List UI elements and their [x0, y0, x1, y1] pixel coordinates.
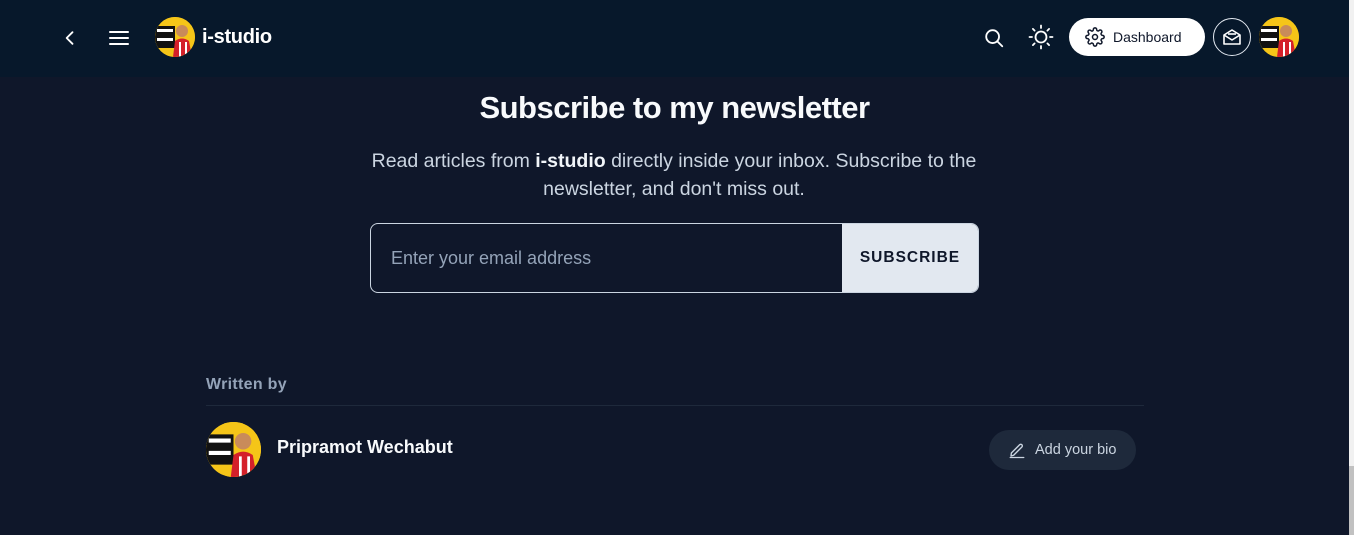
scrollbar-track[interactable] [1349, 0, 1354, 535]
theme-toggle-button[interactable] [1026, 22, 1056, 52]
dashboard-button[interactable]: Dashboard [1069, 18, 1205, 56]
author-avatar[interactable] [206, 422, 261, 477]
newsletter-brand-name: i-studio [535, 150, 606, 172]
add-bio-label: Add your bio [1035, 442, 1117, 458]
scrollbar-thumb[interactable] [1349, 466, 1354, 535]
sun-icon [1028, 24, 1054, 50]
avatar [1259, 17, 1299, 57]
newsletter-description: Read articles from i-studio directly ins… [371, 150, 977, 200]
add-bio-button[interactable]: Add your bio [989, 430, 1136, 470]
chevron-left-icon [65, 31, 74, 45]
menu-button[interactable] [104, 24, 134, 52]
author-name[interactable]: Pripramot Wechabut [277, 437, 453, 458]
search-button[interactable] [979, 23, 1009, 53]
profile-avatar-button[interactable] [1259, 17, 1299, 57]
divider [206, 405, 1144, 406]
pencil-icon [1009, 443, 1025, 459]
back-button[interactable] [56, 24, 84, 52]
hamburger-menu-icon [109, 31, 129, 45]
mail-icon [1223, 29, 1241, 45]
blog-name: i-studio [202, 25, 272, 48]
email-field[interactable] [371, 224, 842, 292]
written-by-label: Written by [206, 376, 287, 393]
newsletter-inbox-button[interactable] [1213, 18, 1251, 56]
blog-logo-avatar [155, 17, 195, 57]
newsletter-subscribe-form: SUBSCRIBE [370, 223, 979, 293]
gear-icon [1085, 27, 1105, 47]
search-icon [985, 29, 1004, 48]
top-navbar: i-studio Dashboard [0, 0, 1354, 77]
newsletter-title: Subscribe to my newsletter [479, 90, 870, 125]
subscribe-button[interactable]: SUBSCRIBE [842, 224, 978, 292]
blog-brand-link[interactable]: i-studio [155, 17, 272, 57]
dashboard-label: Dashboard [1113, 29, 1182, 45]
